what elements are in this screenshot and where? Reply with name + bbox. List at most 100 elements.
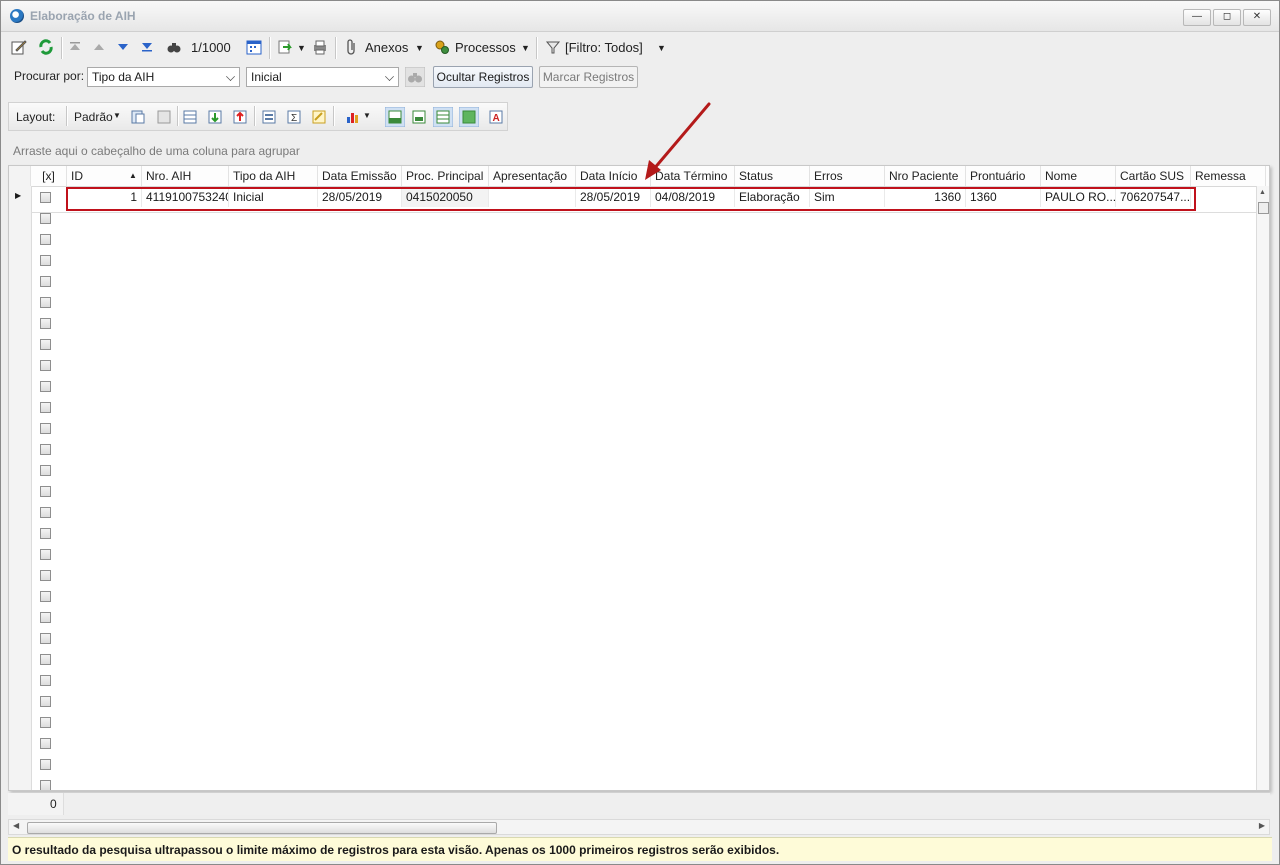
row-checkbox[interactable] <box>40 297 51 308</box>
column-header-select-all[interactable]: [x] <box>31 166 67 186</box>
row-checkbox[interactable] <box>40 402 51 413</box>
anexos-button[interactable]: Anexos <box>365 37 408 59</box>
layout-save-icon[interactable] <box>130 109 146 125</box>
row-checkbox[interactable] <box>40 717 51 728</box>
row-checkbox[interactable] <box>40 738 51 749</box>
row-checkbox[interactable] <box>40 276 51 287</box>
row-checkbox[interactable] <box>40 444 51 455</box>
processos-button[interactable]: Processos <box>455 37 516 59</box>
edit-icon[interactable] <box>11 39 27 55</box>
row-checkbox[interactable] <box>40 633 51 644</box>
export-dropdown-icon[interactable]: ▼ <box>297 37 306 59</box>
anexos-dropdown-icon[interactable]: ▼ <box>415 37 424 59</box>
view-band-icon[interactable] <box>385 107 405 127</box>
row-checkbox[interactable] <box>40 507 51 518</box>
window-title: Elaboração de AIH <box>30 9 136 23</box>
print-icon[interactable] <box>312 39 328 55</box>
group-icon[interactable] <box>261 109 277 125</box>
group-panel-hint: Arraste aqui o cabeçalho de uma coluna p… <box>13 144 300 158</box>
search-field-select[interactable]: Tipo da AIH <box>87 67 240 87</box>
row-checkbox[interactable] <box>40 675 51 686</box>
row-checkbox[interactable] <box>40 549 51 560</box>
previous-record-icon[interactable] <box>91 39 107 55</box>
row-checkbox[interactable] <box>40 759 51 770</box>
filter-dropdown-icon[interactable]: ▼ <box>657 37 666 59</box>
search-value-select[interactable]: Inicial <box>246 67 399 87</box>
column-header-remessa[interactable]: Remessa <box>1191 166 1266 186</box>
row-checkbox[interactable] <box>40 381 51 392</box>
calendar-icon[interactable] <box>246 39 262 55</box>
scroll-left-icon[interactable]: ◀ <box>13 821 19 830</box>
column-header-id[interactable]: ID ▲ <box>67 166 142 186</box>
layout-delete-icon[interactable] <box>156 109 172 125</box>
view-card-icon[interactable] <box>411 109 427 125</box>
mark-records-button[interactable]: Marcar Registros <box>539 66 638 88</box>
find-icon[interactable] <box>166 39 182 55</box>
row-checkbox[interactable] <box>40 486 51 497</box>
hide-records-button[interactable]: Ocultar Registros <box>433 66 533 88</box>
layout-toolbar: Layout: Padrão ▼ Σ ▼ A <box>8 102 508 131</box>
horizontal-scrollbar[interactable]: ◀ ▶ <box>8 819 1270 835</box>
vertical-scrollbar[interactable]: ▲ <box>1256 186 1269 790</box>
column-header-nro-aih[interactable]: Nro. AIH <box>142 166 229 186</box>
column-header-tipo-aih[interactable]: Tipo da AIH <box>229 166 318 186</box>
filter-button[interactable]: [Filtro: Todos] <box>565 37 643 59</box>
chart-icon[interactable] <box>345 109 361 125</box>
row-checkbox[interactable] <box>40 423 51 434</box>
column-header-nro-paciente[interactable]: Nro Paciente <box>885 166 966 186</box>
minimize-button[interactable]: — <box>1183 9 1211 26</box>
filter-icon[interactable] <box>545 39 561 55</box>
column-header-partial[interactable]: D <box>1266 166 1269 186</box>
last-record-icon[interactable] <box>139 39 155 55</box>
search-field-value: Tipo da AIH <box>92 70 155 84</box>
layout-preset-dropdown-icon[interactable]: ▼ <box>113 111 121 120</box>
chart-dropdown-icon[interactable]: ▼ <box>363 111 371 120</box>
row-checkbox[interactable] <box>40 654 51 665</box>
close-button[interactable]: ✕ <box>1243 9 1271 26</box>
row-checkbox[interactable] <box>40 465 51 476</box>
column-header-erros[interactable]: Erros <box>810 166 885 186</box>
font-icon[interactable]: A <box>488 109 504 125</box>
column-header-nome[interactable]: Nome <box>1041 166 1116 186</box>
column-header-proc-principal[interactable]: Proc. Principal <box>402 166 489 186</box>
gears-icon[interactable] <box>434 39 450 55</box>
horizontal-scroll-thumb[interactable] <box>27 822 497 834</box>
column-header-status[interactable]: Status <box>735 166 810 186</box>
sum-icon[interactable]: Σ <box>286 109 302 125</box>
row-checkbox[interactable] <box>40 570 51 581</box>
row-checkbox[interactable] <box>40 255 51 266</box>
maximize-button[interactable]: ◻ <box>1213 9 1241 26</box>
scroll-up-icon[interactable]: ▲ <box>1259 189 1266 196</box>
refresh-icon[interactable] <box>38 39 54 55</box>
row-checkbox[interactable] <box>40 339 51 350</box>
import-layout-icon[interactable] <box>207 109 223 125</box>
scroll-thumb[interactable] <box>1258 202 1269 214</box>
export-layout-icon[interactable] <box>232 109 248 125</box>
search-label: Procurar por: <box>14 69 85 83</box>
row-checkbox[interactable] <box>40 591 51 602</box>
column-header-prontuario[interactable]: Prontuário <box>966 166 1041 186</box>
column-header-data-emissao[interactable]: Data Emissão <box>318 166 402 186</box>
row-checkbox[interactable] <box>40 780 51 790</box>
format-icon[interactable] <box>311 109 327 125</box>
view-list-icon[interactable] <box>459 107 479 127</box>
search-binoculars-icon[interactable] <box>405 67 425 87</box>
column-header-cartao-sus[interactable]: Cartão SUS <box>1116 166 1191 186</box>
row-checkbox[interactable] <box>40 360 51 371</box>
view-grid-icon[interactable] <box>433 107 453 127</box>
columns-icon[interactable] <box>182 109 198 125</box>
first-record-icon[interactable] <box>67 39 83 55</box>
layout-preset-button[interactable]: Padrão <box>74 110 113 124</box>
row-checkbox[interactable] <box>40 696 51 707</box>
export-icon[interactable] <box>277 39 293 55</box>
scroll-right-icon[interactable]: ▶ <box>1259 821 1265 830</box>
next-record-icon[interactable] <box>115 39 131 55</box>
row-checkbox[interactable] <box>40 528 51 539</box>
row-checkbox[interactable] <box>40 612 51 623</box>
row-checkbox[interactable] <box>40 234 51 245</box>
processos-dropdown-icon[interactable]: ▼ <box>521 37 530 59</box>
row-checkbox[interactable] <box>40 213 51 224</box>
column-header-apresentacao[interactable]: Apresentação <box>489 166 576 186</box>
paperclip-icon[interactable] <box>344 39 360 55</box>
row-checkbox[interactable] <box>40 318 51 329</box>
